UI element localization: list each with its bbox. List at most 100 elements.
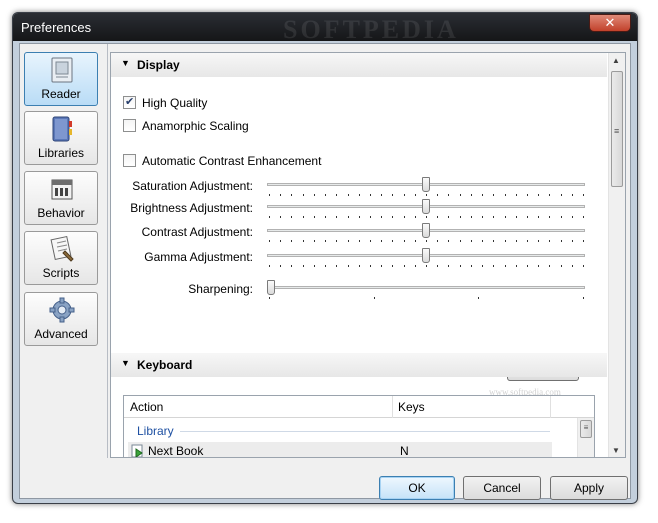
slider-tick — [269, 297, 270, 299]
apply-button[interactable]: Apply — [550, 476, 628, 500]
auto-contrast-label: Automatic Contrast Enhancement — [142, 154, 322, 168]
gamma-slider[interactable] — [267, 248, 585, 268]
slider-tick — [314, 216, 315, 218]
preferences-window: Preferences SOFTPEDIA ✕ Reader Libraries… — [12, 12, 638, 504]
column-header-action[interactable]: Action — [130, 400, 163, 414]
slider-tick — [538, 240, 539, 242]
nav-advanced-button[interactable]: Advanced — [24, 292, 98, 346]
slider-tick — [269, 216, 270, 218]
next-book-icon — [131, 444, 143, 457]
slider-tick — [336, 216, 337, 218]
slider-tick — [460, 240, 461, 242]
slider-tick — [448, 194, 449, 196]
slider-tick — [538, 216, 539, 218]
brightness-slider[interactable] — [267, 199, 585, 219]
slider-tick — [314, 265, 315, 267]
slider-tick — [561, 194, 562, 196]
slider-thumb[interactable] — [422, 177, 430, 192]
title-bar[interactable]: Preferences SOFTPEDIA ✕ — [13, 13, 637, 44]
slider-tick — [437, 216, 438, 218]
slider-tick — [392, 194, 393, 196]
slider-thumb[interactable] — [267, 280, 275, 295]
scroll-up-arrow-icon[interactable]: ▲ — [612, 56, 620, 65]
slider-tick — [561, 265, 562, 267]
category-nav: Reader Libraries Behavior Scripts Advanc… — [20, 44, 108, 458]
slider-ticks — [267, 194, 585, 196]
nav-reader-label: Reader — [41, 87, 81, 101]
cancel-button[interactable]: Cancel — [463, 476, 541, 500]
slider-tick — [426, 216, 427, 218]
slider-tick — [291, 240, 292, 242]
nav-reader-button[interactable]: Reader — [24, 52, 98, 106]
nav-scripts-button[interactable]: Scripts — [24, 231, 98, 285]
slider-tick — [426, 265, 427, 267]
table-scrollbar-thumb[interactable]: ≡ — [580, 420, 592, 438]
behavior-icon — [51, 179, 73, 200]
nav-libraries-button[interactable]: Libraries — [24, 111, 98, 165]
grip-icon: ≡ — [614, 126, 620, 136]
slider-tick — [291, 194, 292, 196]
slider-tick — [404, 194, 405, 196]
slider-tick — [303, 265, 304, 267]
slider-tick — [516, 265, 517, 267]
nav-behavior-button[interactable]: Behavior — [24, 171, 98, 225]
saturation-slider[interactable] — [267, 177, 585, 197]
libraries-icon — [52, 116, 72, 142]
close-button[interactable]: ✕ — [589, 14, 631, 32]
slider-thumb[interactable] — [422, 199, 430, 214]
slider-tick — [325, 194, 326, 196]
slider-tick — [325, 216, 326, 218]
slider-tick — [415, 240, 416, 242]
anamorphic-scaling-label: Anamorphic Scaling — [142, 119, 249, 133]
panel-scrollbar[interactable]: ▲ ≡ ▼ — [608, 53, 625, 457]
slider-tick — [538, 265, 539, 267]
slider-tick — [291, 265, 292, 267]
slider-tick — [516, 240, 517, 242]
sharpening-slider[interactable] — [267, 280, 585, 300]
keyboard-section-header[interactable]: ▼ Keyboard — [111, 353, 607, 377]
slider-tick — [493, 265, 494, 267]
slider-tick — [392, 216, 393, 218]
slider-tick — [460, 216, 461, 218]
scroll-down-arrow-icon[interactable]: ▼ — [612, 446, 620, 455]
window-title: Preferences — [21, 20, 92, 35]
panel-scrollbar-thumb[interactable]: ≡ — [611, 71, 623, 187]
slider-tick — [583, 240, 584, 242]
slider-tick — [359, 265, 360, 267]
slider-tick — [561, 240, 562, 242]
nav-advanced-label: Advanced — [34, 327, 88, 341]
column-separator — [392, 396, 393, 418]
slider-tick — [448, 265, 449, 267]
slider-tick — [572, 265, 573, 267]
slider-tick — [448, 240, 449, 242]
contrast-slider[interactable] — [267, 223, 585, 243]
slider-tick — [359, 216, 360, 218]
slider-thumb[interactable] — [422, 248, 430, 263]
slider-track[interactable] — [267, 286, 585, 289]
slider-tick — [437, 194, 438, 196]
slider-tick — [336, 265, 337, 267]
row-action-text: Next Book — [148, 444, 204, 458]
slider-tick — [471, 194, 472, 196]
slider-tick — [493, 240, 494, 242]
slider-tick — [572, 240, 573, 242]
nav-scripts-label: Scripts — [42, 266, 80, 280]
slider-ticks — [267, 265, 585, 267]
slider-tick — [437, 265, 438, 267]
slider-tick — [426, 240, 427, 242]
slider-tick — [370, 216, 371, 218]
column-header-keys[interactable]: Keys — [398, 400, 425, 414]
table-row[interactable]: Next Book N — [128, 442, 552, 458]
table-scrollbar[interactable]: ≡ — [577, 418, 594, 457]
slider-tick — [336, 240, 337, 242]
ok-button[interactable]: OK — [379, 476, 455, 500]
slider-tick — [269, 265, 270, 267]
slider-tick — [415, 216, 416, 218]
slider-thumb[interactable] — [422, 223, 430, 238]
slider-tick — [460, 265, 461, 267]
slider-tick — [370, 194, 371, 196]
reader-icon — [51, 57, 73, 83]
slider-tick — [493, 216, 494, 218]
dialog-client: Reader Libraries Behavior Scripts Advanc… — [19, 43, 631, 500]
display-section-header[interactable]: ▼ Display — [111, 53, 607, 77]
